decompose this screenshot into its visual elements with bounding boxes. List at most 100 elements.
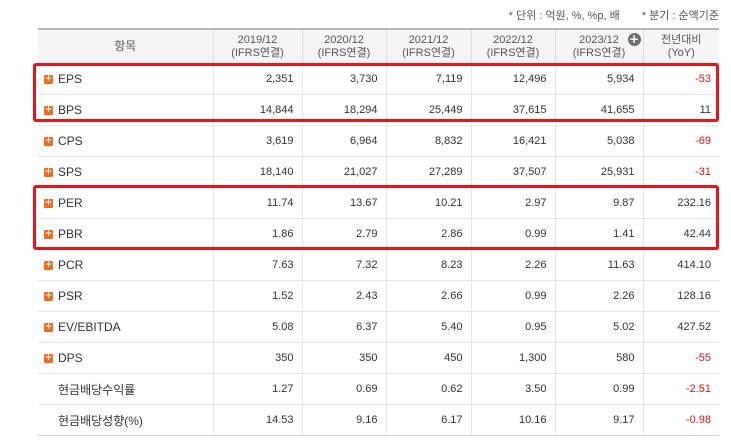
yoy-cell: -31 [643,156,719,188]
value-cell-2020: 13.67 [302,187,387,219]
row-label[interactable]: BPS [58,103,82,117]
row-label-cell[interactable]: + CPS [38,125,214,157]
value-cell-2023: 41,655 [555,94,644,126]
period-basis-label: * 분기 : 순액기준 [641,10,719,22]
header-col-2023: 2023/12 (IFRS연결) + [555,28,644,64]
expand-row-plus-icon[interactable]: + [44,230,53,240]
value-cell-2021: 0.62 [386,373,472,405]
row-label-cell[interactable]: + BPS [38,94,214,126]
value-cell-2023: 0.99 [555,373,644,405]
value-cell-2023: 2.26 [555,280,644,312]
yoy-cell: 128.16 [643,280,719,312]
expand-row-plus-icon[interactable]: + [44,199,53,209]
expand-row-plus-icon[interactable]: + [44,292,53,302]
yoy-cell: 414.10 [643,249,719,281]
value-cell-2021: 10.21 [386,187,472,219]
value-cell-2023: 5.02 [555,311,644,343]
yoy-cell: 427.52 [643,311,719,343]
value-cell-2022: 2.26 [471,249,556,281]
expand-row-plus-icon[interactable]: + [44,75,53,85]
row-label[interactable]: EV/EBITDA [58,320,121,334]
expand-columns-plus-icon[interactable]: + [627,33,641,46]
row-label[interactable]: CPS [58,134,83,148]
row-label-cell[interactable]: + SPS [38,156,214,188]
row-label-cell[interactable]: + PBR [38,218,214,250]
value-cell-2019: 2,351 [213,63,303,95]
row-label-cell[interactable]: + EV/EBITDA [38,311,214,343]
value-cell-2020: 7.32 [302,249,387,281]
row-label: 현금배당수익률 [58,382,136,397]
row-label-cell[interactable]: + PER [38,187,214,219]
yoy-cell: -2.51 [643,373,719,405]
value-cell-2019: 11.74 [213,187,303,219]
value-cell-2019: 14.53 [213,404,303,436]
table-row: + EV/EBITDA 5.08 6.37 5.40 0.95 5.02 427.52 [38,311,719,343]
row-label-cell[interactable]: + DPS [38,342,214,374]
header-item: 항목 [38,28,214,64]
yoy-cell: -53 [643,63,719,95]
header-col-2022: 2022/12 (IFRS연결) [471,28,556,64]
table-row: + PER 11.74 13.67 10.21 2.97 9.87 232.16 [38,187,719,219]
value-cell-2021: 6.17 [386,404,472,436]
value-cell-2022: 10.16 [471,404,556,436]
header-col-2021: 2021/12 (IFRS연결) [386,28,472,64]
value-cell-2019: 1.86 [213,218,303,250]
yoy-cell: -55 [643,342,719,374]
value-cell-2023: 5,038 [555,125,644,157]
row-label[interactable]: EPS [58,72,82,86]
value-cell-2020: 0.69 [302,373,387,405]
table-row: + DPS 350 350 450 1,300 580 -55 [38,342,719,374]
row-label-cell[interactable]: + PCR [38,249,214,281]
value-cell-2020: 2.43 [302,280,387,312]
value-cell-2019: 350 [213,342,303,374]
value-cell-2023: 1.41 [555,218,644,250]
expand-row-plus-icon[interactable]: + [44,261,53,271]
table-row: 현금배당수익률 1.27 0.69 0.62 3.50 0.99 -2.51 [38,373,719,405]
value-cell-2019: 7.63 [213,249,303,281]
row-label[interactable]: PER [58,196,83,210]
row-label-cell[interactable]: + EPS [38,63,214,95]
expand-row-plus-icon[interactable]: + [44,168,53,178]
value-cell-2021: 450 [386,342,472,374]
units-label: * 단위 : 억원, %, %p, 배 [508,10,620,22]
value-cell-2021: 2.86 [386,218,472,250]
row-label[interactable]: PSR [58,289,83,303]
expand-row-plus-icon[interactable]: + [44,137,53,147]
header-col-2020: 2020/12 (IFRS연결) [302,28,387,64]
value-cell-2019: 1.52 [213,280,303,312]
value-cell-2021: 25,449 [386,94,472,126]
value-cell-2020: 9.16 [302,404,387,436]
table-row: + CPS 3,619 6,964 8,832 16,421 5,038 -69 [38,125,719,157]
header-col-yoy: 전년대비 (YoY) [643,28,719,64]
value-cell-2020: 6.37 [302,311,387,343]
table-row: + EPS 2,351 3,730 7,119 12,496 5,934 -53 [38,63,719,95]
yoy-cell: -69 [643,125,719,157]
expand-row-plus-icon[interactable]: + [44,323,53,333]
value-cell-2023: 11.63 [555,249,644,281]
row-label[interactable]: SPS [58,165,82,179]
value-cell-2023: 5,934 [555,63,644,95]
row-label-cell: 현금배당수익률 [38,373,214,405]
row-label: 현금배당성향(%) [58,413,143,428]
row-label-cell[interactable]: + PSR [38,280,214,312]
expand-row-plus-icon[interactable]: + [44,106,53,116]
value-cell-2022: 0.95 [471,311,556,343]
value-cell-2023: 9.87 [555,187,644,219]
value-cell-2019: 14,844 [213,94,303,126]
expand-row-plus-icon[interactable]: + [44,354,53,364]
value-cell-2021: 5.40 [386,311,472,343]
row-label-cell: 현금배당성향(%) [38,404,214,436]
yoy-cell: 11 [643,94,719,126]
row-label[interactable]: DPS [58,351,83,365]
table-row: + SPS 18,140 21,027 27,289 37,507 25,931 -31 [38,156,719,188]
yoy-cell: -0.98 [643,404,719,436]
value-cell-2022: 37,615 [471,94,556,126]
value-cell-2020: 350 [302,342,387,374]
row-label[interactable]: PBR [58,227,83,241]
header-col-2019: 2019/12 (IFRS연결) [213,28,303,64]
table-row: + BPS 14,844 18,294 25,449 37,615 41,655 11 [38,94,719,126]
value-cell-2023: 9.17 [555,404,644,436]
units-note: * 단위 : 억원, %, %p, 배 * 분기 : 순액기준 [509,7,719,23]
row-label[interactable]: PCR [58,258,83,272]
value-cell-2020: 6,964 [302,125,387,157]
